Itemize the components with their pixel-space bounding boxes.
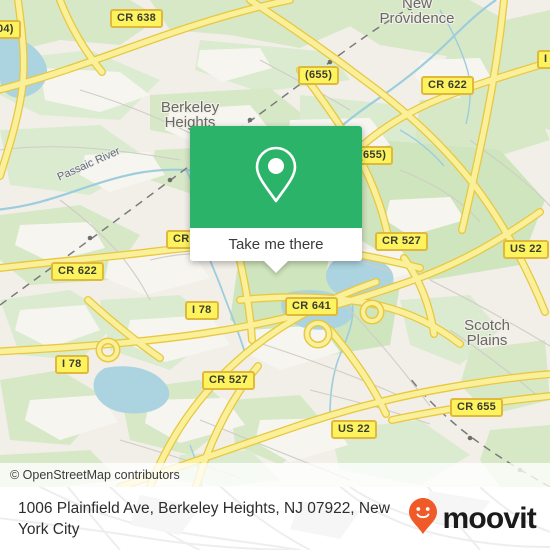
footer-bar: 1006 Plainfield Ave, Berkeley Heights, N… bbox=[0, 487, 550, 550]
moovit-logo: moovit bbox=[408, 497, 537, 540]
road-shield: US 22 bbox=[503, 240, 550, 259]
road-shield: CR 527 bbox=[375, 232, 429, 251]
road-shield: CR 655 bbox=[450, 398, 504, 417]
location-popup-card[interactable]: Take me there bbox=[190, 126, 362, 273]
road-shield: CR 622 bbox=[51, 262, 105, 281]
road-shield: CR 638 bbox=[110, 9, 164, 28]
location-address: 1006 Plainfield Ave, Berkeley Heights, N… bbox=[18, 499, 390, 538]
map-attribution-bar[interactable]: © OpenStreetMap contributors bbox=[0, 463, 550, 487]
road-shield: (04) bbox=[0, 20, 21, 39]
screenshot-root: New Providence Berkeley Heights Scotch P… bbox=[0, 0, 550, 550]
moovit-wordmark: moovit bbox=[442, 501, 536, 535]
popup-tail bbox=[263, 260, 289, 273]
moovit-pin-icon bbox=[408, 497, 438, 540]
road-shield: I 78 bbox=[55, 355, 89, 374]
map-canvas[interactable]: New Providence Berkeley Heights Scotch P… bbox=[0, 0, 550, 487]
road-shield: CR 641 bbox=[285, 297, 339, 316]
popup-icon-area bbox=[190, 126, 362, 228]
attribution-text: © OpenStreetMap contributors bbox=[10, 468, 180, 482]
road-shield: (655) bbox=[298, 66, 340, 85]
road-shield: I 78 bbox=[185, 301, 219, 320]
take-me-there-button[interactable]: Take me there bbox=[190, 228, 362, 261]
road-shield: I 287 bbox=[537, 50, 550, 69]
road-shield: US 22 bbox=[331, 420, 378, 439]
road-shield: CR 622 bbox=[421, 76, 475, 95]
map-pin-icon bbox=[253, 145, 299, 210]
take-me-there-label: Take me there bbox=[228, 236, 324, 253]
road-shield: CR 527 bbox=[202, 371, 256, 390]
